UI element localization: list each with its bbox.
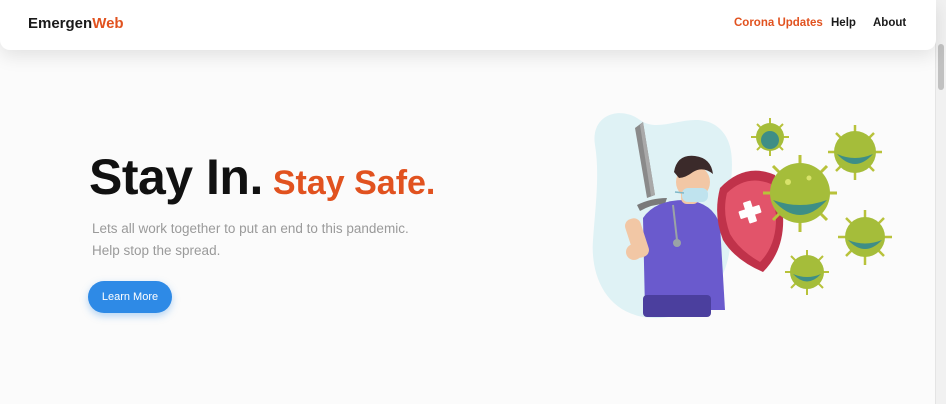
nav-link-corona-updates[interactable]: Corona Updates <box>734 17 823 29</box>
hero-description-line-1: Lets all work together to put an end to … <box>92 221 409 236</box>
hero-description: Lets all work together to put an end to … <box>92 218 452 261</box>
nav-link-help[interactable]: Help <box>831 17 856 29</box>
top-navbar: EmergenWeb Corona Updates Help About <box>0 0 936 50</box>
nav-link-about[interactable]: About <box>873 17 906 29</box>
virus-icon <box>785 250 829 295</box>
brand-name-main: Emergen <box>28 15 93 32</box>
brand-logo[interactable]: EmergenWeb <box>28 15 124 32</box>
virus-icon <box>828 125 882 180</box>
hero-title-secondary: Stay Safe. <box>272 164 436 202</box>
brand-name-accent: Web <box>92 15 124 32</box>
learn-more-button[interactable]: Learn More <box>88 281 172 313</box>
hero-headline: Stay In. Stay Safe. <box>89 148 435 206</box>
virus-icon <box>751 118 789 156</box>
virus-icon <box>763 155 837 232</box>
scrollbar-thumb[interactable] <box>938 44 944 90</box>
hero-description-line-2: Help stop the spread. <box>92 242 221 258</box>
virus-icon <box>838 210 892 265</box>
doctor-with-sword-and-shield-illustration <box>592 113 892 319</box>
page-scrollbar[interactable] <box>935 0 946 404</box>
hero-title-primary: Stay In. <box>89 149 263 205</box>
